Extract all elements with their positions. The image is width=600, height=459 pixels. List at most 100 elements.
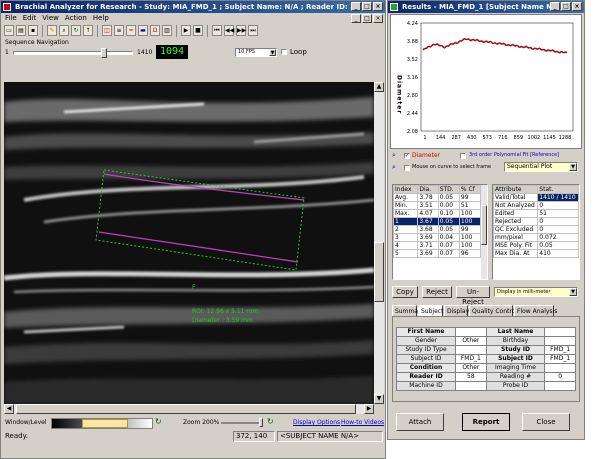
vertical-scrollbar[interactable]: ▲ ▼	[374, 82, 384, 404]
scroll-down-arrow[interactable]: ▼	[374, 394, 384, 404]
scroll-right-arrow[interactable]: ▶	[364, 404, 374, 414]
menu-action[interactable]: Action	[65, 13, 87, 23]
edit-icon[interactable]: ✎	[47, 25, 57, 36]
attr-row[interactable]: Edited 51	[493, 209, 579, 218]
attr-row[interactable]: Rejected 0	[493, 217, 579, 226]
stats-scroll-thumb[interactable]	[481, 205, 487, 245]
minimize-button[interactable]: _	[351, 2, 361, 11]
subject-field-value[interactable]: FMD_1	[544, 345, 576, 355]
zoom-slider-track[interactable]	[221, 422, 261, 424]
reject-button[interactable]: Reject	[422, 286, 452, 298]
child-minimize-button[interactable]: _	[351, 14, 361, 23]
copy-button[interactable]: Copy	[392, 286, 418, 298]
roi-icon[interactable]: ◫	[102, 25, 112, 36]
horizontal-scrollbar[interactable]: ◀ ▶	[4, 404, 374, 414]
close-button[interactable]: Close	[522, 413, 570, 431]
display-options-link[interactable]: Display Options	[293, 419, 340, 426]
info-icon[interactable]: ↑	[83, 25, 93, 36]
stats-row[interactable]: Min. 3.51 0.00 51	[393, 201, 482, 210]
attr-row[interactable]: Not Analyzed 0	[493, 201, 579, 210]
plot-mode-dropdown[interactable]: Sequential Plot ▼	[504, 162, 578, 172]
play-icon[interactable]: ▶	[181, 25, 191, 36]
last-frame-icon[interactable]: ⏭	[248, 25, 258, 36]
unreject-button[interactable]: Un-Reject	[456, 286, 490, 306]
save-icon[interactable]: ▪	[28, 25, 38, 36]
results-close-window-button[interactable]: ×	[572, 2, 582, 11]
subject-field-value[interactable]	[544, 327, 576, 337]
zoom-in-icon[interactable]: ⌕	[392, 151, 396, 160]
tab-subject[interactable]: Subject	[418, 305, 443, 316]
mouse-curve-checkbox[interactable]	[404, 165, 410, 171]
chevron-down-icon[interactable]: ▼	[269, 49, 276, 56]
subject-field-value[interactable]: FMD_1	[544, 354, 576, 364]
scroll-up-arrow[interactable]: ▲	[374, 82, 384, 92]
stats-row[interactable]: 5 3.69 0.07 96	[393, 249, 482, 258]
stats-scrollbar[interactable]	[481, 185, 487, 279]
wave-icon[interactable]: ≈	[126, 25, 136, 36]
search-icon[interactable]: ⌕	[59, 25, 69, 36]
attr-row[interactable]: MSE Poly. Fit 0.05	[493, 241, 579, 250]
zoom-slider-thumb[interactable]	[259, 418, 263, 427]
subject-field-value[interactable]	[455, 381, 487, 391]
next-frame-icon[interactable]: ▶▶	[236, 25, 246, 36]
chevron-down-icon[interactable]: ▼	[569, 288, 577, 296]
poly-fit-checkbox[interactable]	[460, 153, 466, 159]
scroll-thumb[interactable]	[374, 242, 384, 302]
results-maximize-button[interactable]: □	[561, 2, 571, 11]
magnet-icon[interactable]: Ω	[150, 25, 160, 36]
hscroll-thumb[interactable]	[16, 404, 356, 414]
stats-row[interactable]: 3 3.69 0.04 100	[393, 233, 482, 242]
attr-row[interactable]: Valid/Total 1410 / 1410	[493, 193, 579, 202]
ultrasound-viewport[interactable]: F ROI: 12.96 x 5.11 mm Diameter : 3.59 m…	[4, 82, 374, 404]
stats-row[interactable]: Max. 4.07 0.10 100	[393, 209, 482, 218]
attr-row[interactable]: mm/pixel 0.072	[493, 233, 579, 242]
diameter-chart[interactable]: 4.24 3.88 3.52 3.16 2.80 2.44 2.08 1 144 287 430 5…	[390, 14, 582, 149]
stop-icon[interactable]: ■	[193, 25, 203, 36]
tab-quality-control[interactable]: Quality Control	[469, 305, 517, 316]
child-restore-button[interactable]: □	[362, 14, 372, 23]
menu-edit[interactable]: Edit	[23, 13, 37, 23]
subject-field-value[interactable]	[544, 381, 576, 391]
grid-icon[interactable]: ≡	[114, 25, 124, 36]
display-unit-dropdown[interactable]: Display in milli-meter ▼	[494, 287, 578, 297]
report-button[interactable]: Report	[462, 413, 510, 431]
subject-field-value[interactable]: Other	[455, 363, 487, 373]
prev-frame-icon[interactable]: ◀◀	[224, 25, 234, 36]
attach-button[interactable]: Attach	[396, 413, 444, 431]
tab-summary[interactable]: Summary	[392, 305, 424, 316]
maximize-button[interactable]: □	[362, 2, 372, 11]
subject-field-value[interactable]: FMD_1	[455, 354, 487, 364]
diameter-checkbox[interactable]: ✓	[404, 153, 410, 159]
subject-field-value[interactable]	[544, 363, 576, 373]
menu-file[interactable]: File	[5, 13, 17, 23]
sequence-slider-thumb[interactable]	[101, 48, 108, 58]
stats-row[interactable]: 1 3.67 0.05 100	[393, 217, 482, 226]
menu-help[interactable]: Help	[93, 13, 109, 23]
window-level-range[interactable]	[82, 419, 128, 428]
results-minimize-button[interactable]: _	[550, 2, 560, 11]
stats-row[interactable]: 2 3.68 0.05 99	[393, 225, 482, 234]
stats-row[interactable]: Avg. 3.78 0.05 99	[393, 193, 482, 202]
subject-field-value[interactable]	[455, 327, 487, 337]
scroll-left-arrow[interactable]: ◀	[4, 404, 14, 414]
window-level-slider[interactable]	[51, 418, 153, 429]
zoom-reset-icon[interactable]: ↻	[267, 417, 274, 426]
menu-view[interactable]: View	[42, 13, 59, 23]
zoom-out-icon[interactable]: ⌕	[392, 163, 396, 172]
open-icon[interactable]: ▭	[4, 25, 14, 36]
chart-icon[interactable]: ▬	[138, 25, 148, 36]
close-window-button[interactable]: ×	[373, 2, 383, 11]
subject-field-value[interactable]: Other	[455, 336, 487, 346]
subject-field-value[interactable]: 0	[544, 372, 576, 382]
stats-row[interactable]: 4 3.71 0.07 100	[393, 241, 482, 250]
tab-flow-analysis[interactable]: Flow Analysis	[514, 305, 557, 316]
subject-field-value[interactable]	[455, 345, 487, 355]
fps-dropdown[interactable]: 10 FPS ▼	[235, 48, 277, 57]
refresh-icon[interactable]: ↻	[71, 25, 81, 36]
tab-display[interactable]: Display	[444, 305, 469, 316]
subject-field-value[interactable]	[544, 336, 576, 346]
attr-row[interactable]: Max Dia. At 410	[493, 249, 579, 258]
image-icon[interactable]: ▥	[162, 25, 172, 36]
folder-icon[interactable]: ▤	[16, 25, 26, 36]
loop-checkbox[interactable]	[281, 49, 287, 55]
